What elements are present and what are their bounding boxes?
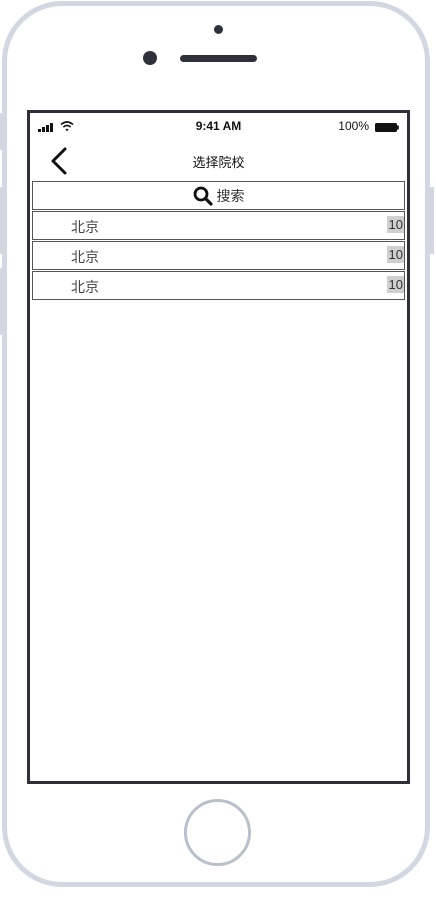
school-name: 北京 xyxy=(71,220,99,236)
search-bar[interactable]: 搜索 xyxy=(32,181,405,210)
phone-screen: 9:41 AM 100% 选择院校 搜索 北京 10 北京 10 北京 10 xyxy=(27,110,410,784)
mute-switch xyxy=(0,113,4,150)
home-button[interactable] xyxy=(184,799,251,866)
school-name: 北京 xyxy=(71,280,99,296)
status-bar: 9:41 AM 100% xyxy=(30,113,407,141)
school-count-badge: 10 xyxy=(386,216,404,233)
search-icon xyxy=(193,186,213,206)
school-name: 北京 xyxy=(71,250,99,266)
list-item[interactable]: 北京 10 xyxy=(32,241,405,270)
earpiece-speaker xyxy=(180,55,257,62)
school-list: 北京 10 北京 10 北京 10 xyxy=(32,211,405,301)
list-item[interactable]: 北京 10 xyxy=(32,271,405,300)
navigation-bar: 选择院校 xyxy=(30,141,407,181)
page-title: 选择院校 xyxy=(192,156,245,171)
school-count-badge: 10 xyxy=(386,246,404,263)
volume-down-button xyxy=(0,268,4,335)
power-button xyxy=(430,187,434,254)
front-camera xyxy=(143,51,157,65)
volume-up-button xyxy=(0,187,4,254)
search-label: 搜索 xyxy=(216,188,245,205)
proximity-sensor xyxy=(214,25,223,34)
school-count-badge: 10 xyxy=(386,276,404,293)
list-item[interactable]: 北京 10 xyxy=(32,211,405,240)
battery-icon xyxy=(375,123,399,132)
battery-percentage: 100% xyxy=(338,119,369,133)
